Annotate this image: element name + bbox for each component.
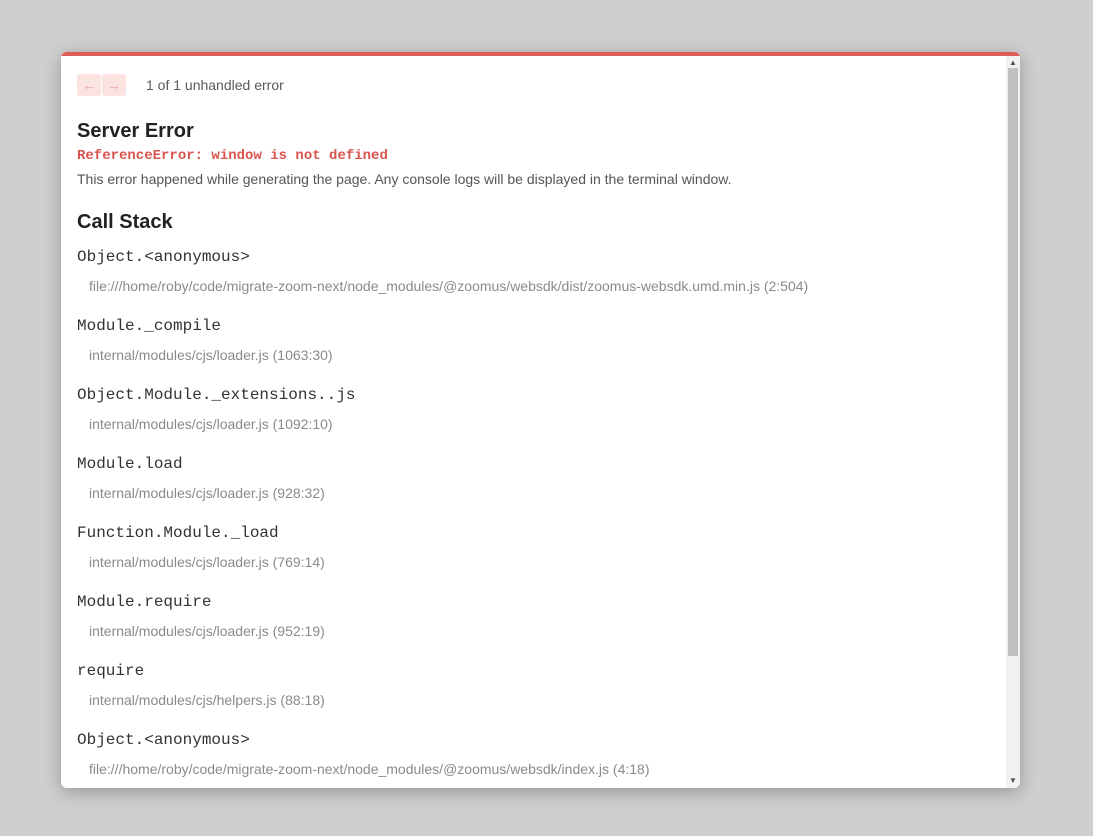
error-pagination: ← → 1 of 1 unhandled error [77, 73, 284, 97]
vertical-scrollbar[interactable]: ▲ ▼ [1006, 56, 1020, 788]
page-title: Server Error [77, 120, 194, 142]
scroll-down-icon[interactable]: ▼ [1006, 774, 1020, 788]
stack-frame-location: internal/modules/cjs/loader.js (928:32) [89, 485, 325, 501]
stack-frame-location: internal/modules/cjs/helpers.js (88:18) [89, 692, 325, 708]
stack-frame-location: internal/modules/cjs/loader.js (1063:30) [89, 347, 333, 363]
error-message: ReferenceError: window is not defined [77, 148, 388, 164]
stack-frame-location: file:///home/roby/code/migrate-zoom-next… [89, 761, 650, 777]
scrollbar-thumb[interactable] [1008, 68, 1018, 656]
stack-frame-function: Function.Module._load [77, 524, 279, 542]
error-description: This error happened while generating the… [77, 171, 732, 187]
stack-frame-location: internal/modules/cjs/loader.js (769:14) [89, 554, 325, 570]
stack-frame: Object.<anonymous> file:///home/roby/cod… [77, 247, 977, 316]
stack-frame-function: Object.<anonymous> [77, 731, 250, 749]
stack-frame: Object.Module._extensions..js internal/m… [77, 385, 977, 454]
stack-frame-function: Object.Module._extensions..js [77, 386, 356, 404]
error-overlay: ← → 1 of 1 unhandled error Server Error … [61, 52, 1020, 788]
stack-frame-location: file:///home/roby/code/migrate-zoom-next… [89, 278, 809, 294]
call-stack-list: Object.<anonymous> file:///home/roby/cod… [77, 247, 977, 788]
previous-error-button[interactable]: ← [77, 74, 101, 96]
stack-frame-function: Module.load [77, 455, 183, 473]
stack-frame-function: Module.require [77, 593, 212, 611]
stack-frame: Module.require internal/modules/cjs/load… [77, 592, 977, 661]
stack-frame: Module._compile internal/modules/cjs/loa… [77, 316, 977, 385]
stack-frame-function: Module._compile [77, 317, 222, 335]
arrow-right-icon: → [107, 77, 121, 93]
stack-frame-location: internal/modules/cjs/loader.js (952:19) [89, 623, 325, 639]
stack-frame: Module.load internal/modules/cjs/loader.… [77, 454, 977, 523]
error-count: 1 of 1 unhandled error [146, 77, 284, 93]
call-stack-title: Call Stack [77, 211, 173, 233]
next-error-button[interactable]: → [102, 74, 126, 96]
stack-frame: Object.<anonymous> file:///home/roby/cod… [77, 730, 977, 788]
arrow-left-icon: ← [82, 77, 96, 93]
stack-frame-function: require [77, 662, 145, 680]
stack-frame: require internal/modules/cjs/helpers.js … [77, 661, 977, 730]
stack-frame-location: internal/modules/cjs/loader.js (1092:10) [89, 416, 333, 432]
error-content: ← → 1 of 1 unhandled error Server Error … [61, 56, 1006, 788]
stack-frame-function: Object.<anonymous> [77, 248, 250, 266]
stack-frame: Function.Module._load internal/modules/c… [77, 523, 977, 592]
